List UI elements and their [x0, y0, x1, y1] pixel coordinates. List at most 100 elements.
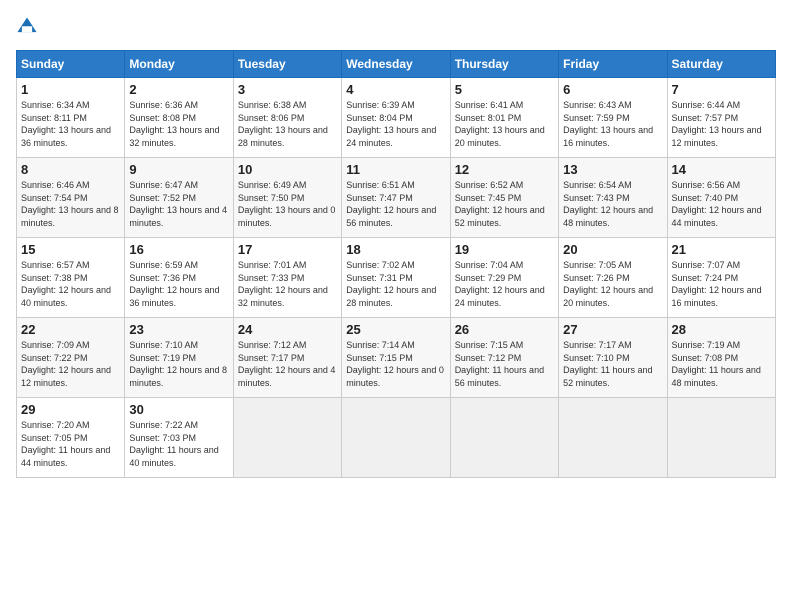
day-info: Sunrise: 6:56 AMSunset: 7:40 PMDaylight:…: [672, 180, 762, 228]
day-number: 12: [455, 162, 554, 177]
day-info: Sunrise: 7:07 AMSunset: 7:24 PMDaylight:…: [672, 260, 762, 308]
day-number: 14: [672, 162, 771, 177]
day-info: Sunrise: 6:36 AMSunset: 8:08 PMDaylight:…: [129, 100, 219, 148]
day-info: Sunrise: 7:20 AMSunset: 7:05 PMDaylight:…: [21, 420, 110, 468]
day-info: Sunrise: 6:39 AMSunset: 8:04 PMDaylight:…: [346, 100, 436, 148]
day-info: Sunrise: 7:14 AMSunset: 7:15 PMDaylight:…: [346, 340, 444, 388]
calendar-week-row: 22 Sunrise: 7:09 AMSunset: 7:22 PMDaylig…: [17, 318, 776, 398]
day-number: 22: [21, 322, 120, 337]
day-info: Sunrise: 7:09 AMSunset: 7:22 PMDaylight:…: [21, 340, 111, 388]
header-day-wednesday: Wednesday: [342, 51, 450, 78]
header-day-friday: Friday: [559, 51, 667, 78]
calendar-cell: 15 Sunrise: 6:57 AMSunset: 7:38 PMDaylig…: [17, 238, 125, 318]
calendar-cell: 23 Sunrise: 7:10 AMSunset: 7:19 PMDaylig…: [125, 318, 233, 398]
day-number: 16: [129, 242, 228, 257]
header-day-sunday: Sunday: [17, 51, 125, 78]
calendar-cell: 29 Sunrise: 7:20 AMSunset: 7:05 PMDaylig…: [17, 398, 125, 478]
day-number: 9: [129, 162, 228, 177]
calendar-cell: 27 Sunrise: 7:17 AMSunset: 7:10 PMDaylig…: [559, 318, 667, 398]
day-info: Sunrise: 7:10 AMSunset: 7:19 PMDaylight:…: [129, 340, 227, 388]
calendar-cell: 16 Sunrise: 6:59 AMSunset: 7:36 PMDaylig…: [125, 238, 233, 318]
day-number: 11: [346, 162, 445, 177]
calendar-cell: 18 Sunrise: 7:02 AMSunset: 7:31 PMDaylig…: [342, 238, 450, 318]
calendar-body: 1 Sunrise: 6:34 AMSunset: 8:11 PMDayligh…: [17, 78, 776, 478]
header-day-thursday: Thursday: [450, 51, 558, 78]
calendar-cell: [342, 398, 450, 478]
calendar-week-row: 15 Sunrise: 6:57 AMSunset: 7:38 PMDaylig…: [17, 238, 776, 318]
day-info: Sunrise: 6:47 AMSunset: 7:52 PMDaylight:…: [129, 180, 227, 228]
calendar-week-row: 29 Sunrise: 7:20 AMSunset: 7:05 PMDaylig…: [17, 398, 776, 478]
day-info: Sunrise: 6:43 AMSunset: 7:59 PMDaylight:…: [563, 100, 653, 148]
calendar-cell: 2 Sunrise: 6:36 AMSunset: 8:08 PMDayligh…: [125, 78, 233, 158]
header-day-saturday: Saturday: [667, 51, 775, 78]
day-info: Sunrise: 7:19 AMSunset: 7:08 PMDaylight:…: [672, 340, 761, 388]
logo-icon: [16, 16, 38, 38]
calendar-cell: 28 Sunrise: 7:19 AMSunset: 7:08 PMDaylig…: [667, 318, 775, 398]
day-number: 19: [455, 242, 554, 257]
calendar-cell: [233, 398, 341, 478]
header-day-monday: Monday: [125, 51, 233, 78]
calendar-cell: 1 Sunrise: 6:34 AMSunset: 8:11 PMDayligh…: [17, 78, 125, 158]
calendar-header-row: SundayMondayTuesdayWednesdayThursdayFrid…: [17, 51, 776, 78]
day-number: 10: [238, 162, 337, 177]
day-number: 5: [455, 82, 554, 97]
calendar-cell: 20 Sunrise: 7:05 AMSunset: 7:26 PMDaylig…: [559, 238, 667, 318]
page-header: [16, 16, 776, 38]
day-info: Sunrise: 6:38 AMSunset: 8:06 PMDaylight:…: [238, 100, 328, 148]
calendar-cell: 7 Sunrise: 6:44 AMSunset: 7:57 PMDayligh…: [667, 78, 775, 158]
day-info: Sunrise: 6:57 AMSunset: 7:38 PMDaylight:…: [21, 260, 111, 308]
calendar-cell: 21 Sunrise: 7:07 AMSunset: 7:24 PMDaylig…: [667, 238, 775, 318]
day-info: Sunrise: 6:46 AMSunset: 7:54 PMDaylight:…: [21, 180, 119, 228]
calendar-cell: 8 Sunrise: 6:46 AMSunset: 7:54 PMDayligh…: [17, 158, 125, 238]
day-info: Sunrise: 7:01 AMSunset: 7:33 PMDaylight:…: [238, 260, 328, 308]
day-number: 1: [21, 82, 120, 97]
calendar-cell: 19 Sunrise: 7:04 AMSunset: 7:29 PMDaylig…: [450, 238, 558, 318]
day-number: 2: [129, 82, 228, 97]
calendar-cell: 3 Sunrise: 6:38 AMSunset: 8:06 PMDayligh…: [233, 78, 341, 158]
day-number: 29: [21, 402, 120, 417]
calendar-cell: [667, 398, 775, 478]
logo: [16, 16, 42, 38]
calendar-cell: 30 Sunrise: 7:22 AMSunset: 7:03 PMDaylig…: [125, 398, 233, 478]
calendar-week-row: 1 Sunrise: 6:34 AMSunset: 8:11 PMDayligh…: [17, 78, 776, 158]
day-number: 20: [563, 242, 662, 257]
calendar-cell: 14 Sunrise: 6:56 AMSunset: 7:40 PMDaylig…: [667, 158, 775, 238]
calendar-cell: 6 Sunrise: 6:43 AMSunset: 7:59 PMDayligh…: [559, 78, 667, 158]
day-number: 27: [563, 322, 662, 337]
day-number: 21: [672, 242, 771, 257]
calendar-cell: 10 Sunrise: 6:49 AMSunset: 7:50 PMDaylig…: [233, 158, 341, 238]
day-number: 7: [672, 82, 771, 97]
day-info: Sunrise: 6:59 AMSunset: 7:36 PMDaylight:…: [129, 260, 219, 308]
day-info: Sunrise: 6:44 AMSunset: 7:57 PMDaylight:…: [672, 100, 762, 148]
day-number: 3: [238, 82, 337, 97]
header-day-tuesday: Tuesday: [233, 51, 341, 78]
calendar-cell: [559, 398, 667, 478]
day-number: 30: [129, 402, 228, 417]
day-number: 13: [563, 162, 662, 177]
day-number: 18: [346, 242, 445, 257]
day-info: Sunrise: 6:34 AMSunset: 8:11 PMDaylight:…: [21, 100, 111, 148]
calendar-cell: 11 Sunrise: 6:51 AMSunset: 7:47 PMDaylig…: [342, 158, 450, 238]
calendar-cell: 9 Sunrise: 6:47 AMSunset: 7:52 PMDayligh…: [125, 158, 233, 238]
calendar-cell: 17 Sunrise: 7:01 AMSunset: 7:33 PMDaylig…: [233, 238, 341, 318]
day-number: 23: [129, 322, 228, 337]
calendar-cell: 4 Sunrise: 6:39 AMSunset: 8:04 PMDayligh…: [342, 78, 450, 158]
day-info: Sunrise: 6:49 AMSunset: 7:50 PMDaylight:…: [238, 180, 336, 228]
calendar-week-row: 8 Sunrise: 6:46 AMSunset: 7:54 PMDayligh…: [17, 158, 776, 238]
day-number: 8: [21, 162, 120, 177]
calendar-table: SundayMondayTuesdayWednesdayThursdayFrid…: [16, 50, 776, 478]
day-info: Sunrise: 7:02 AMSunset: 7:31 PMDaylight:…: [346, 260, 436, 308]
day-number: 4: [346, 82, 445, 97]
day-number: 17: [238, 242, 337, 257]
calendar-cell: 26 Sunrise: 7:15 AMSunset: 7:12 PMDaylig…: [450, 318, 558, 398]
day-number: 24: [238, 322, 337, 337]
day-info: Sunrise: 6:54 AMSunset: 7:43 PMDaylight:…: [563, 180, 653, 228]
day-number: 6: [563, 82, 662, 97]
calendar-cell: 12 Sunrise: 6:52 AMSunset: 7:45 PMDaylig…: [450, 158, 558, 238]
calendar-cell: 24 Sunrise: 7:12 AMSunset: 7:17 PMDaylig…: [233, 318, 341, 398]
day-info: Sunrise: 7:12 AMSunset: 7:17 PMDaylight:…: [238, 340, 336, 388]
day-info: Sunrise: 6:51 AMSunset: 7:47 PMDaylight:…: [346, 180, 436, 228]
day-info: Sunrise: 7:05 AMSunset: 7:26 PMDaylight:…: [563, 260, 653, 308]
day-number: 15: [21, 242, 120, 257]
day-info: Sunrise: 7:17 AMSunset: 7:10 PMDaylight:…: [563, 340, 652, 388]
